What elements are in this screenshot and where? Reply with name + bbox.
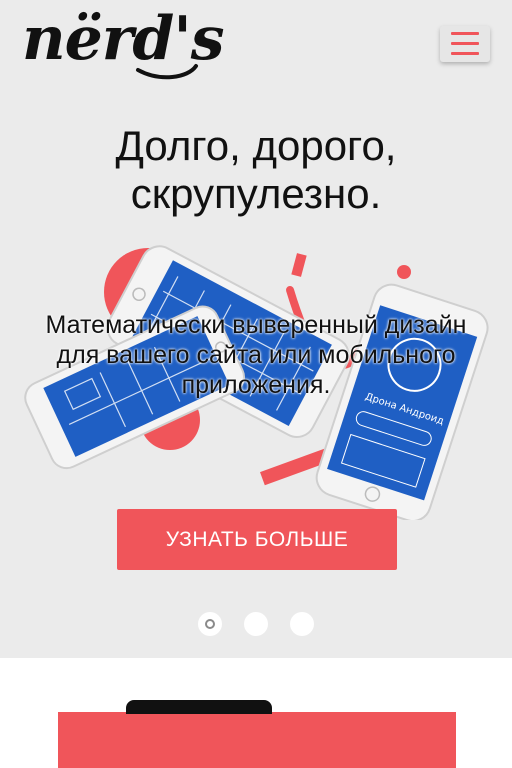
menu-bar [451,32,479,35]
logo[interactable]: nërd's [20,4,225,88]
logo-swash [136,64,198,80]
feature-card [58,712,456,768]
menu-bar [451,42,479,45]
menu-bar [451,52,479,55]
decor-stick [291,253,307,277]
learn-more-button[interactable]: УЗНАТЬ БОЛЬШЕ [117,509,397,570]
headline-line: скрупулезно. [130,170,382,217]
hero-headline: Долго, дорого, скрупулезно. [20,122,492,218]
hero-subtitle: Математически выверенный дизайн для ваше… [20,310,492,400]
menu-button[interactable] [440,26,490,62]
subtitle-line: Математически выверенный дизайн [45,311,467,339]
laptop-image [126,700,272,714]
subtitle-line: приложения. [181,371,331,399]
decor-circle-small [397,265,411,279]
slide-dot-3[interactable] [290,612,314,636]
headline-line: Долго, дорого, [115,122,397,169]
subtitle-line: для вашего сайта или мобильного [56,341,456,369]
slide-dot-2[interactable] [244,612,268,636]
next-section [0,658,512,768]
hero-section: nërd's Долго, дорого, скрупулезно. Дрона… [0,0,512,658]
slider-pagination [0,612,512,638]
slide-dot-1[interactable] [198,612,222,636]
